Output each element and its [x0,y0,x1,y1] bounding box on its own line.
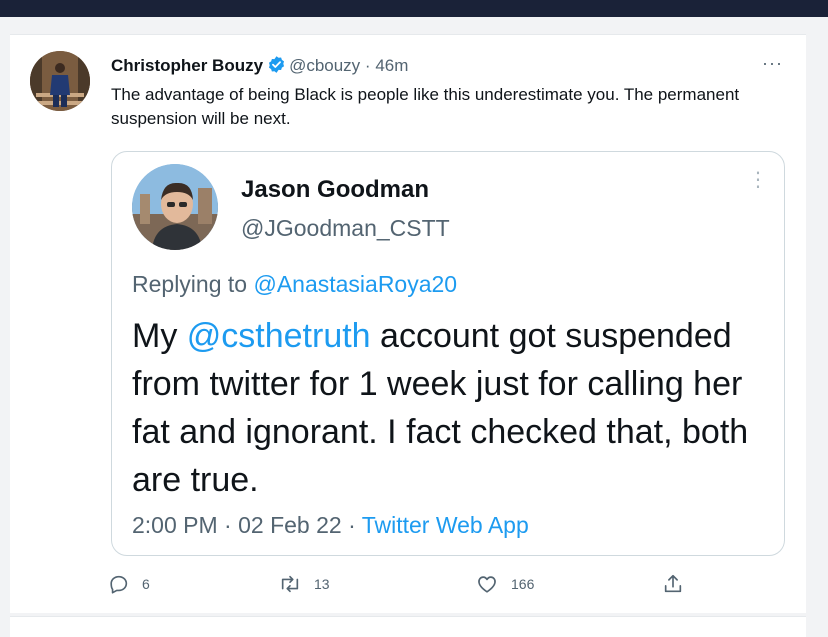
quoted-text-mention-link[interactable]: @csthetruth [187,317,371,355]
like-count: 166 [511,576,535,592]
quoted-source-link[interactable]: Twitter Web App [362,512,529,538]
quoted-tweet[interactable]: Jason Goodman @JGoodman_CSTT ⋮ Replying … [111,151,785,556]
author-handle[interactable]: @cbouzy [289,56,360,75]
tweet-actions: 6 13 166 [108,573,708,601]
quoted-more-icon[interactable]: ⋮ [748,170,768,190]
header-separator: · [364,56,371,75]
share-button[interactable] [662,573,684,595]
author-avatar[interactable] [30,51,90,111]
like-button[interactable]: 166 [475,573,534,595]
tweet-text: The advantage of being Black is people l… [111,85,740,128]
verified-badge-icon [267,55,286,79]
window-top-bar [0,0,828,17]
retweet-icon [278,573,302,595]
quoted-timestamp-line: 2:00 PM · 02 Feb 22 · Twitter Web App [132,512,529,539]
replying-prefix: Replying to [132,271,248,297]
replying-handle-link[interactable]: @AnastasiaRoya20 [253,271,457,297]
tweet-time[interactable]: 46m [375,56,408,75]
next-tweet-card[interactable] [10,616,806,637]
like-icon [475,573,499,595]
replying-to: Replying to @AnastasiaRoya20 [132,271,457,298]
author-name[interactable]: Christopher Bouzy [111,56,263,75]
quoted-timestamp[interactable]: 2:00 PM · 02 Feb 22 · [132,512,362,538]
tweet-header: Christopher Bouzy @cbouzy · 46m [111,55,408,79]
retweet-count: 13 [314,576,330,592]
reply-count: 6 [142,576,150,592]
quoted-author-name[interactable]: Jason Goodman [241,176,429,204]
share-icon [662,573,684,595]
quoted-author-handle[interactable]: @JGoodman_CSTT [241,215,450,242]
reply-button[interactable]: 6 [108,573,150,595]
reply-icon [108,573,130,595]
quoted-author-avatar[interactable] [132,164,218,250]
quoted-tweet-text: My @csthetruth account got suspended fro… [132,312,772,504]
quoted-text-before: My [132,317,187,355]
retweet-button[interactable]: 13 [278,573,330,595]
more-icon[interactable]: ··· [762,53,783,74]
tweet-card[interactable]: Christopher Bouzy @cbouzy · 46m ··· The a… [10,34,806,613]
